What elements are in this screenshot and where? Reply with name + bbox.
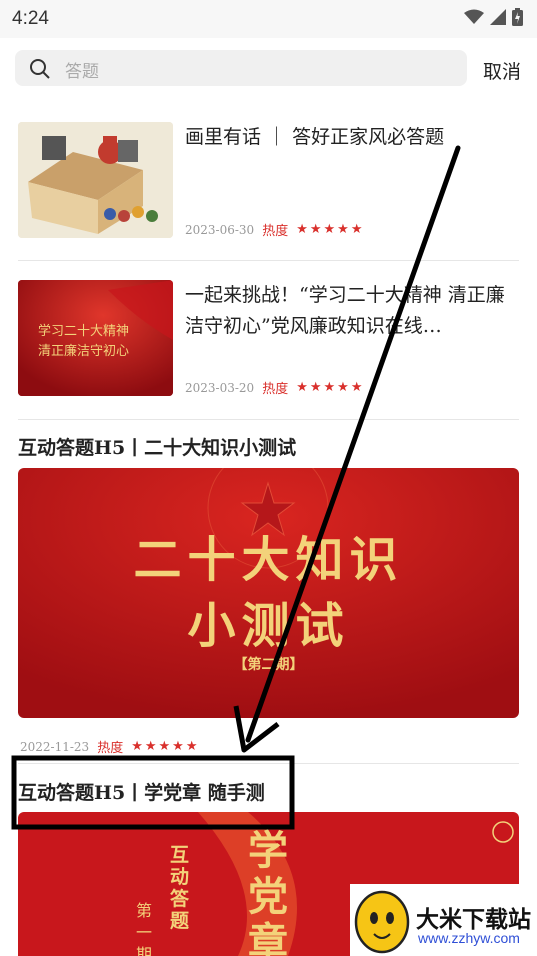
poster-text-1: 学习二十大精神 bbox=[38, 324, 130, 339]
rating-stars: ★★★★★ bbox=[296, 380, 365, 395]
thumbnail-family-house bbox=[18, 122, 173, 238]
card-date: 2023-03-20 bbox=[185, 380, 255, 395]
card-title: 画里有话 ｜ 答好正家风必答题 bbox=[185, 126, 445, 148]
feature-meta: 2022-11-23 热度 ★★★★★ bbox=[20, 737, 199, 756]
card-meta: 2023-03-20 热度 ★★★★★ bbox=[185, 378, 364, 397]
heat-label: 热度 bbox=[97, 741, 124, 756]
banner-big-text: 学党章 bbox=[248, 827, 288, 956]
list-item[interactable]: 画里有话 ｜ 答好正家风必答题 2023-06-30 热度 ★★★★★ bbox=[18, 122, 519, 240]
feature-date: 2022-11-23 bbox=[20, 739, 90, 754]
search-bar: 答题 取消 bbox=[0, 38, 537, 100]
divider bbox=[18, 763, 519, 764]
feature-banner-quiz[interactable]: 二十大知识 小测试 【第二期】 bbox=[18, 468, 519, 718]
watermark: 大米下载站 www.zzhyw.com bbox=[350, 884, 537, 956]
status-bar: 4:24 bbox=[0, 0, 537, 38]
watermark-url: www.zzhyw.com bbox=[418, 930, 520, 946]
banner-vertical-text: 互动答题 bbox=[170, 844, 190, 932]
banner-line-1: 二十大知识 bbox=[133, 532, 404, 588]
list-item[interactable]: 学习二十大精神 清正廉洁守初心 一起来挑战！“学习二十大精神 清正廉洁守初心”党… bbox=[18, 280, 519, 398]
wifi-icon bbox=[464, 9, 484, 24]
card-date: 2023-06-30 bbox=[185, 222, 255, 237]
card-title: 一起来挑战！“学习二十大精神 清正廉洁守初心”党风廉政知识在线… bbox=[185, 284, 505, 337]
divider bbox=[18, 419, 519, 420]
feature-title[interactable]: 互动答题H5丨二十大知识小测试 bbox=[18, 433, 296, 460]
heat-label: 热度 bbox=[262, 224, 289, 239]
house-illustration bbox=[18, 122, 173, 238]
status-time: 4:24 bbox=[12, 8, 49, 29]
banner-line-2: 小测试 bbox=[187, 598, 350, 654]
search-icon bbox=[30, 59, 50, 79]
search-placeholder: 答题 bbox=[65, 62, 99, 81]
battery-icon bbox=[512, 8, 523, 26]
banner-issue: 【第二期】 bbox=[233, 657, 304, 673]
cancel-button[interactable]: 取消 bbox=[483, 57, 521, 84]
divider bbox=[18, 260, 519, 261]
rice-mascot-icon bbox=[354, 890, 410, 954]
watermark-name: 大米下载站 bbox=[416, 907, 531, 933]
rating-stars: ★★★★★ bbox=[296, 222, 365, 237]
banner-issue: 第一期 bbox=[136, 901, 153, 956]
search-input[interactable]: 答题 bbox=[15, 50, 467, 86]
feature-title[interactable]: 互动答题H5丨学党章 随手测 bbox=[18, 778, 265, 805]
rating-stars: ★★★★★ bbox=[131, 739, 200, 754]
thumbnail-red-poster: 学习二十大精神 清正廉洁守初心 bbox=[18, 280, 173, 396]
poster-text-2: 清正廉洁守初心 bbox=[38, 344, 130, 359]
signal-icon bbox=[490, 9, 506, 25]
heat-label: 热度 bbox=[262, 382, 289, 397]
card-meta: 2023-06-30 热度 ★★★★★ bbox=[185, 220, 364, 239]
status-icons bbox=[464, 8, 523, 26]
